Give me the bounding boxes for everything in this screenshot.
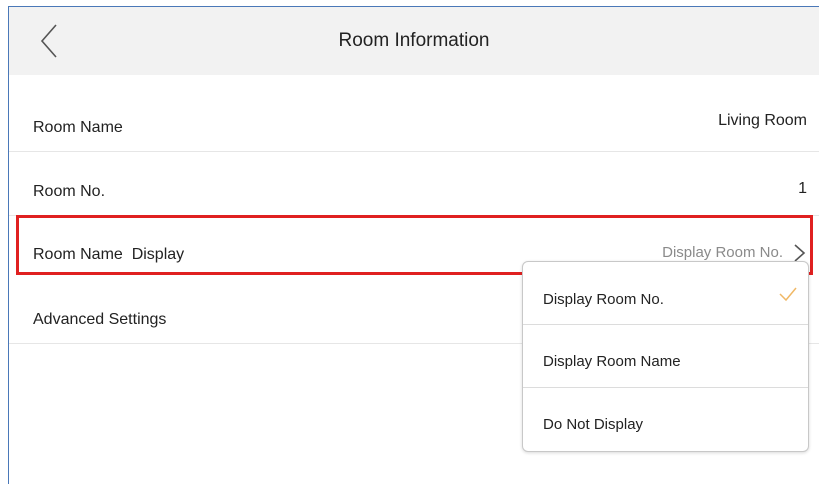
display-options-dropdown: Display Room No. Display Room Name Do No… bbox=[522, 261, 809, 452]
room-no-value: 1 bbox=[798, 180, 807, 197]
chevron-right-icon bbox=[794, 244, 806, 262]
check-icon bbox=[779, 287, 797, 302]
room-name-label: Room Name bbox=[33, 119, 123, 136]
room-name-display-value: Display Room No. bbox=[662, 244, 783, 261]
option-label: Display Room No. bbox=[543, 291, 664, 308]
back-button[interactable] bbox=[31, 21, 67, 61]
room-name-row[interactable]: Room Name Living Room bbox=[9, 88, 819, 152]
option-display-room-name[interactable]: Display Room Name bbox=[523, 325, 808, 388]
option-display-room-no[interactable]: Display Room No. bbox=[523, 262, 808, 325]
option-do-not-display[interactable]: Do Not Display bbox=[523, 388, 808, 451]
advanced-settings-label: Advanced Settings bbox=[33, 311, 167, 328]
room-name-value: Living Room bbox=[718, 112, 807, 129]
page-title: Room Information bbox=[338, 30, 490, 51]
option-label: Display Room Name bbox=[543, 353, 681, 370]
app-window: Room Information Room Name Living Room R… bbox=[8, 6, 819, 484]
room-no-row[interactable]: Room No. 1 bbox=[9, 152, 819, 216]
chevron-left-icon bbox=[40, 24, 57, 58]
header-bar: Room Information bbox=[9, 7, 819, 75]
option-label: Do Not Display bbox=[543, 416, 644, 433]
room-no-label: Room No. bbox=[33, 183, 106, 200]
room-name-display-label: Room Name Display bbox=[33, 246, 185, 263]
